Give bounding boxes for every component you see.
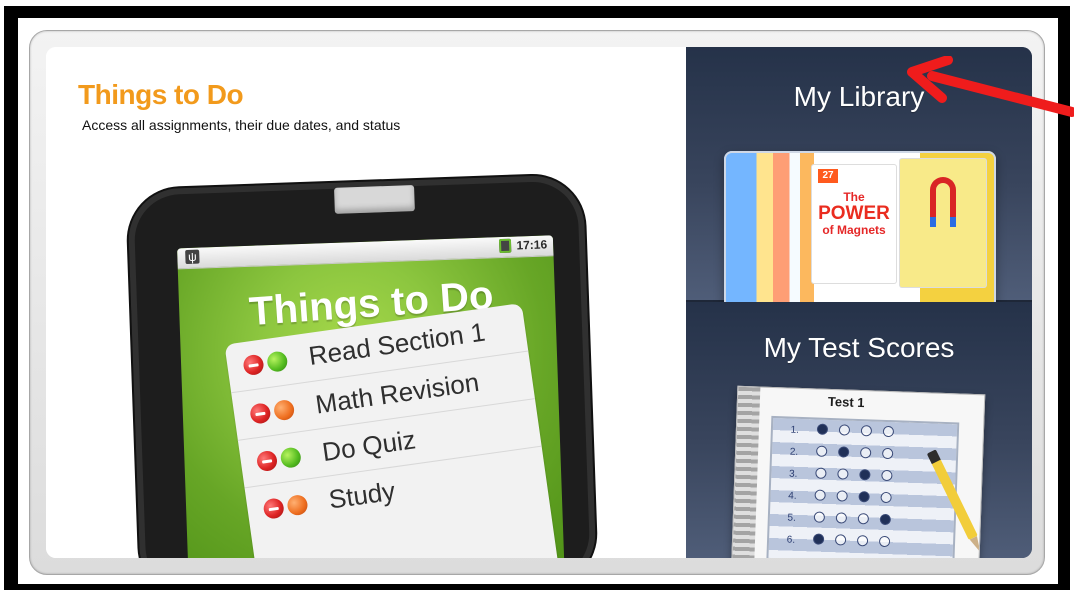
- answer-bubble: [835, 512, 848, 524]
- answer-bubble: [836, 490, 848, 502]
- spiral-binding: [731, 386, 761, 558]
- book-badge: 27: [818, 169, 838, 183]
- usb-icon: ψ: [185, 249, 200, 265]
- test-sheet-title: Test 1: [827, 393, 865, 411]
- library-books-illustration: 27 The POWER of Magnets: [724, 151, 996, 309]
- answer-bubble: [812, 533, 825, 545]
- answer-bubble: [814, 489, 826, 501]
- answer-bubble: [858, 491, 870, 503]
- test-sheet-illustration: Test 1 1. 2. 3. 4. 5. 6.: [730, 385, 986, 558]
- remove-icon: [242, 353, 265, 377]
- answer-bubble: [878, 535, 891, 548]
- remove-icon: [262, 497, 286, 520]
- remove-icon: [249, 402, 272, 425]
- things-to-do-title: Things to Do: [78, 79, 244, 110]
- magnet-icon: [930, 177, 956, 227]
- things-to-do-description: Access all assignments, their due dates,…: [82, 117, 401, 133]
- my-test-scores-title: My Test Scores: [763, 332, 955, 363]
- answer-row: 6.: [775, 530, 951, 554]
- answer-bubble: [859, 469, 871, 481]
- phone-time: 17:16: [516, 237, 548, 253]
- answer-number: 5.: [787, 512, 797, 524]
- phone-speaker: [334, 185, 415, 214]
- todo-item-label: Study: [326, 475, 397, 515]
- dashboard-panel: Things to Do Access all assignments, the…: [46, 47, 1032, 558]
- status-green-icon: [279, 446, 303, 469]
- answer-bubble: [815, 467, 827, 479]
- book-title-line-2: POWER: [818, 202, 890, 224]
- answer-bubble: [880, 491, 892, 504]
- battery-icon: [498, 238, 512, 254]
- answer-bubble: [860, 425, 873, 437]
- answer-bubble: [879, 513, 892, 526]
- screenshot-frame: Things to Do Access all assignments, the…: [4, 6, 1070, 590]
- answer-row: 4.: [776, 486, 952, 510]
- status-green-icon: [266, 350, 289, 373]
- dashboard-shell: Things to Do Access all assignments, the…: [29, 30, 1045, 575]
- answer-bubble: [816, 445, 828, 457]
- my-library-card[interactable]: My Library 27 The POWER of Magnets: [686, 47, 1032, 309]
- answer-sheet: 1. 2. 3. 4. 5. 6.: [766, 415, 960, 558]
- answer-bubble: [856, 535, 869, 547]
- my-test-scores-card[interactable]: My Test Scores Test 1 1. 2. 3. 4. 5. 6.: [686, 302, 1032, 558]
- things-to-do-panel[interactable]: Things to Do Access all assignments, the…: [46, 47, 686, 558]
- answer-row: 1.: [779, 420, 955, 444]
- answer-bubble: [882, 425, 895, 438]
- answer-bubble: [881, 469, 893, 482]
- phone-status-bar: ψ 17:16: [177, 235, 554, 270]
- answer-bubble: [881, 447, 894, 460]
- book-title-line-3: of Magnets: [822, 222, 886, 237]
- book-page-right: [900, 159, 986, 287]
- answer-number: 6.: [786, 534, 796, 546]
- status-orange-icon: [272, 398, 296, 422]
- answer-row: 5.: [776, 508, 952, 532]
- answer-number: 4.: [788, 490, 797, 502]
- answer-bubble: [837, 446, 850, 458]
- answer-bubble: [816, 423, 829, 435]
- my-library-title: My Library: [793, 81, 925, 112]
- status-orange-icon: [286, 493, 309, 517]
- answer-bubble: [837, 468, 849, 480]
- answer-bubble: [838, 424, 851, 436]
- answer-number: 1.: [790, 424, 800, 436]
- answer-bubble: [857, 513, 870, 525]
- answer-number: 2.: [789, 446, 799, 458]
- side-panel: My Library 27 The POWER of Magnets My Te…: [686, 47, 1032, 558]
- answer-number: 3.: [788, 468, 798, 480]
- phone-illustration: ψ 17:16 Things to Do Read Section 1 Math…: [126, 174, 598, 558]
- phone-screen: ψ 17:16 Things to Do Read Section 1 Math…: [177, 235, 566, 558]
- todo-item-label: Do Quiz: [320, 424, 418, 468]
- answer-bubble: [834, 534, 847, 546]
- book-title-line-1: The: [843, 190, 865, 204]
- todo-list: Read Section 1 Math Revision Do Quiz Stu…: [224, 303, 560, 558]
- answer-bubble: [813, 511, 826, 523]
- app-window: Things to Do Access all assignments, the…: [16, 16, 1060, 586]
- book-page-left: 27 The POWER of Magnets: [812, 165, 896, 283]
- answer-row: 3.: [777, 464, 953, 488]
- remove-icon: [255, 449, 279, 473]
- answer-bubble: [859, 447, 872, 459]
- book-cover-title: The POWER of Magnets: [818, 191, 890, 236]
